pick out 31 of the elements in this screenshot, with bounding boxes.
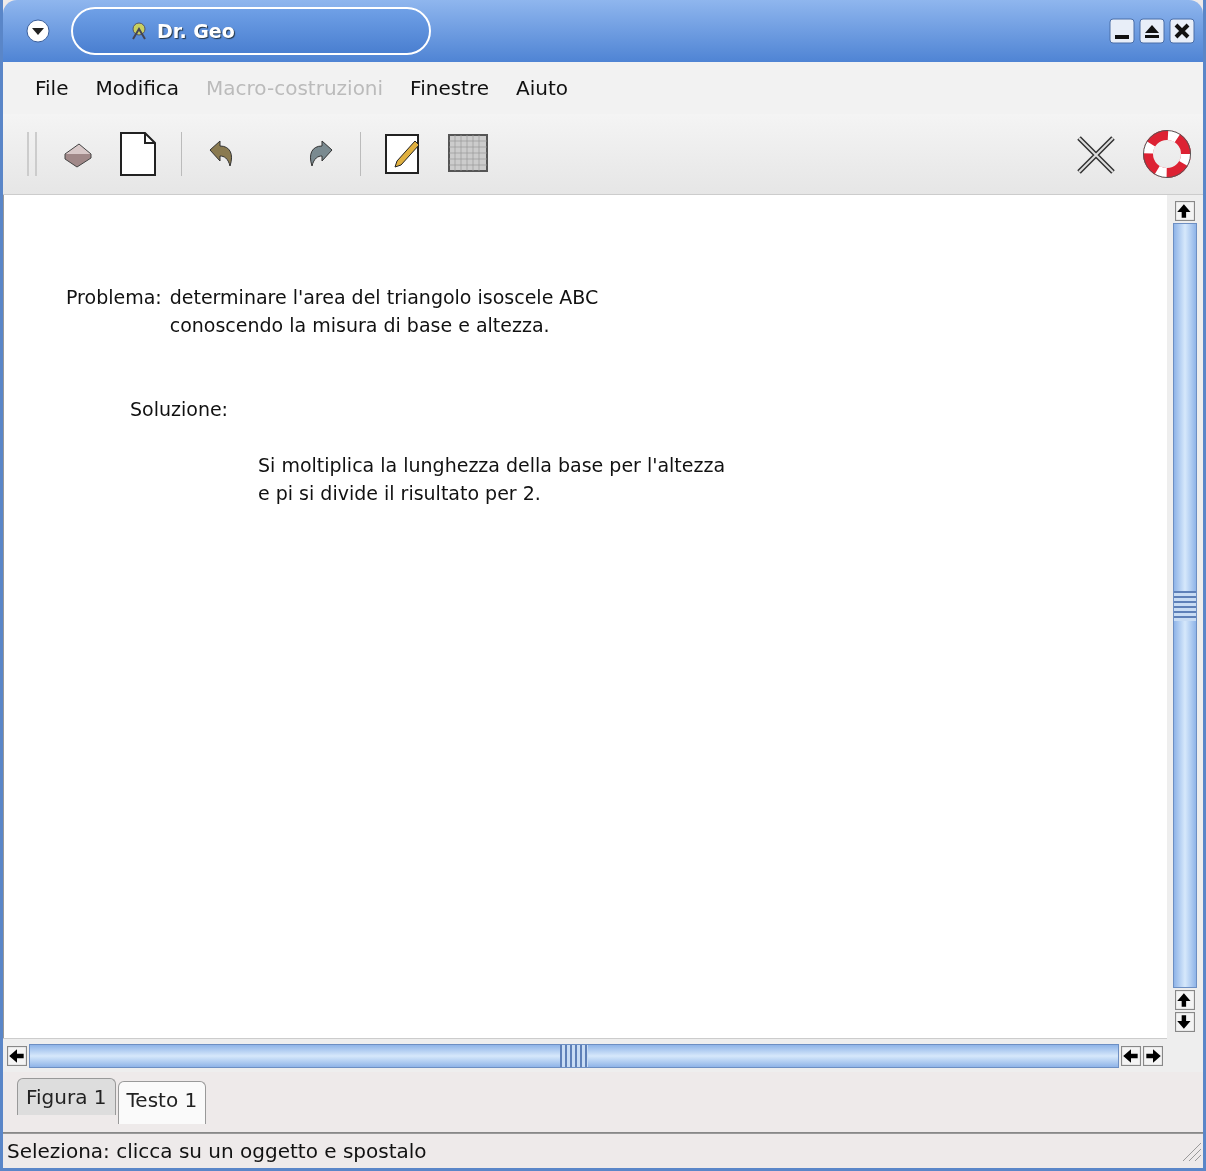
vertical-scrollbar[interactable] bbox=[1173, 223, 1197, 988]
menu-item[interactable]: Modifica bbox=[95, 76, 180, 100]
window-title: Dr. Geo bbox=[71, 7, 431, 55]
scroll-left-icon[interactable] bbox=[1121, 1045, 1141, 1066]
maximize-icon[interactable] bbox=[1139, 18, 1165, 44]
horizontal-scrollbar[interactable] bbox=[29, 1043, 1119, 1068]
problem-text-line: determinare l'area del triangolo isoscele ABC bbox=[169, 285, 599, 310]
menu-item[interactable]: Aiuto bbox=[516, 76, 569, 100]
compass-icon bbox=[129, 21, 149, 41]
minimize-icon[interactable] bbox=[1109, 18, 1135, 44]
menu-icon[interactable] bbox=[25, 18, 51, 44]
menu-item[interactable]: File bbox=[35, 76, 69, 100]
scroll-right-icon[interactable] bbox=[1143, 1045, 1163, 1066]
problem-label: Problema: bbox=[66, 285, 162, 310]
scroll-up-icon[interactable] bbox=[1175, 201, 1195, 221]
tab[interactable]: Testo 1 bbox=[117, 1081, 207, 1124]
scroll-up-icon[interactable] bbox=[1175, 990, 1195, 1010]
menu-item[interactable]: Finestre bbox=[410, 76, 490, 100]
solution-text-line: Si moltiplica la lunghezza della base per l'altezza bbox=[258, 453, 727, 478]
status-text: Seleziona: clicca su un oggetto e spostalo bbox=[7, 1139, 427, 1163]
scroll-down-icon[interactable] bbox=[1175, 1012, 1195, 1032]
toolbar-handle[interactable] bbox=[27, 132, 37, 176]
tab[interactable]: Figura 1 bbox=[17, 1078, 116, 1115]
problem-text-line: conoscendo la misura di base e altezza. bbox=[169, 313, 551, 338]
new-document-icon[interactable] bbox=[117, 131, 159, 177]
solution-label: Soluzione: bbox=[130, 397, 228, 422]
close-icon[interactable] bbox=[1169, 18, 1195, 44]
solution-text-line: e pi si divide il risultato per 2. bbox=[258, 481, 542, 506]
scroll-left-icon[interactable] bbox=[7, 1045, 27, 1066]
grid-icon[interactable] bbox=[447, 133, 489, 175]
lifebuoy-icon[interactable] bbox=[1143, 130, 1191, 178]
